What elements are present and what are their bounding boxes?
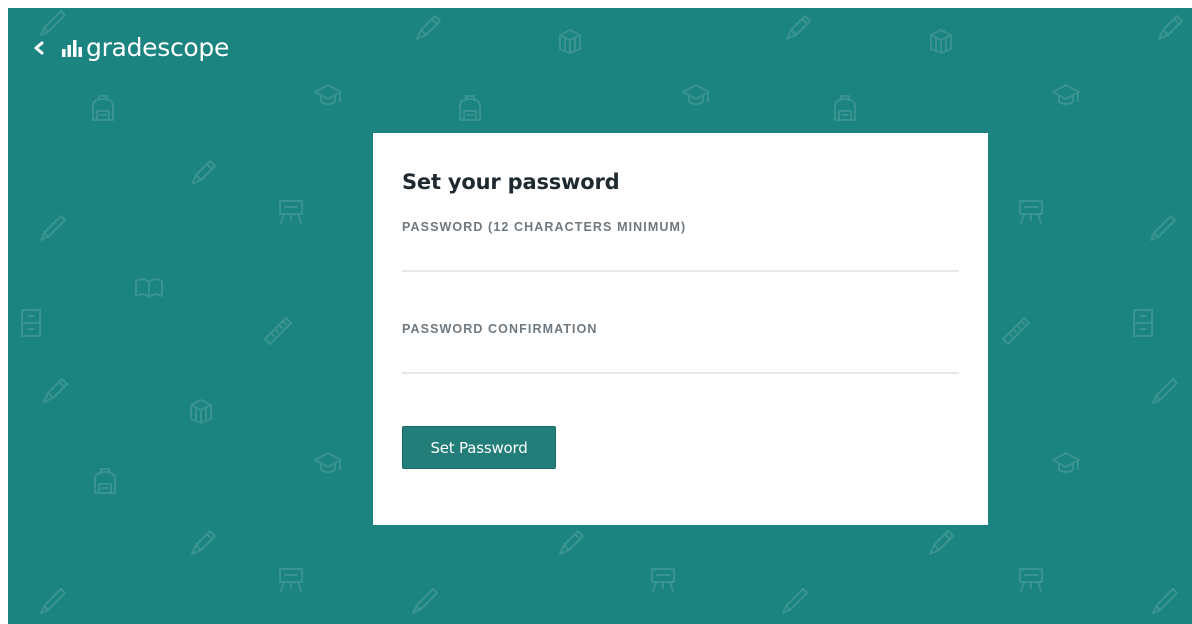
logo-text: gradescope (86, 33, 230, 62)
page-background: gradescope Set your password PASSWORD (1… (8, 8, 1192, 624)
set-password-card: Set your password PASSWORD (12 CHARACTER… (373, 133, 988, 525)
password-confirmation-label: PASSWORD CONFIRMATION (402, 322, 598, 336)
back-button[interactable] (30, 32, 48, 64)
chevron-left-icon (34, 41, 44, 55)
password-confirmation-input[interactable] (402, 344, 959, 374)
set-password-button[interactable]: Set Password (402, 426, 556, 469)
form-title: Set your password (402, 170, 620, 194)
password-label: PASSWORD (12 CHARACTERS MINIMUM) (402, 220, 687, 234)
top-bar: gradescope (30, 32, 229, 64)
bar-chart-icon (62, 40, 82, 57)
gradescope-logo[interactable]: gradescope (62, 32, 229, 64)
password-input[interactable] (402, 242, 959, 272)
